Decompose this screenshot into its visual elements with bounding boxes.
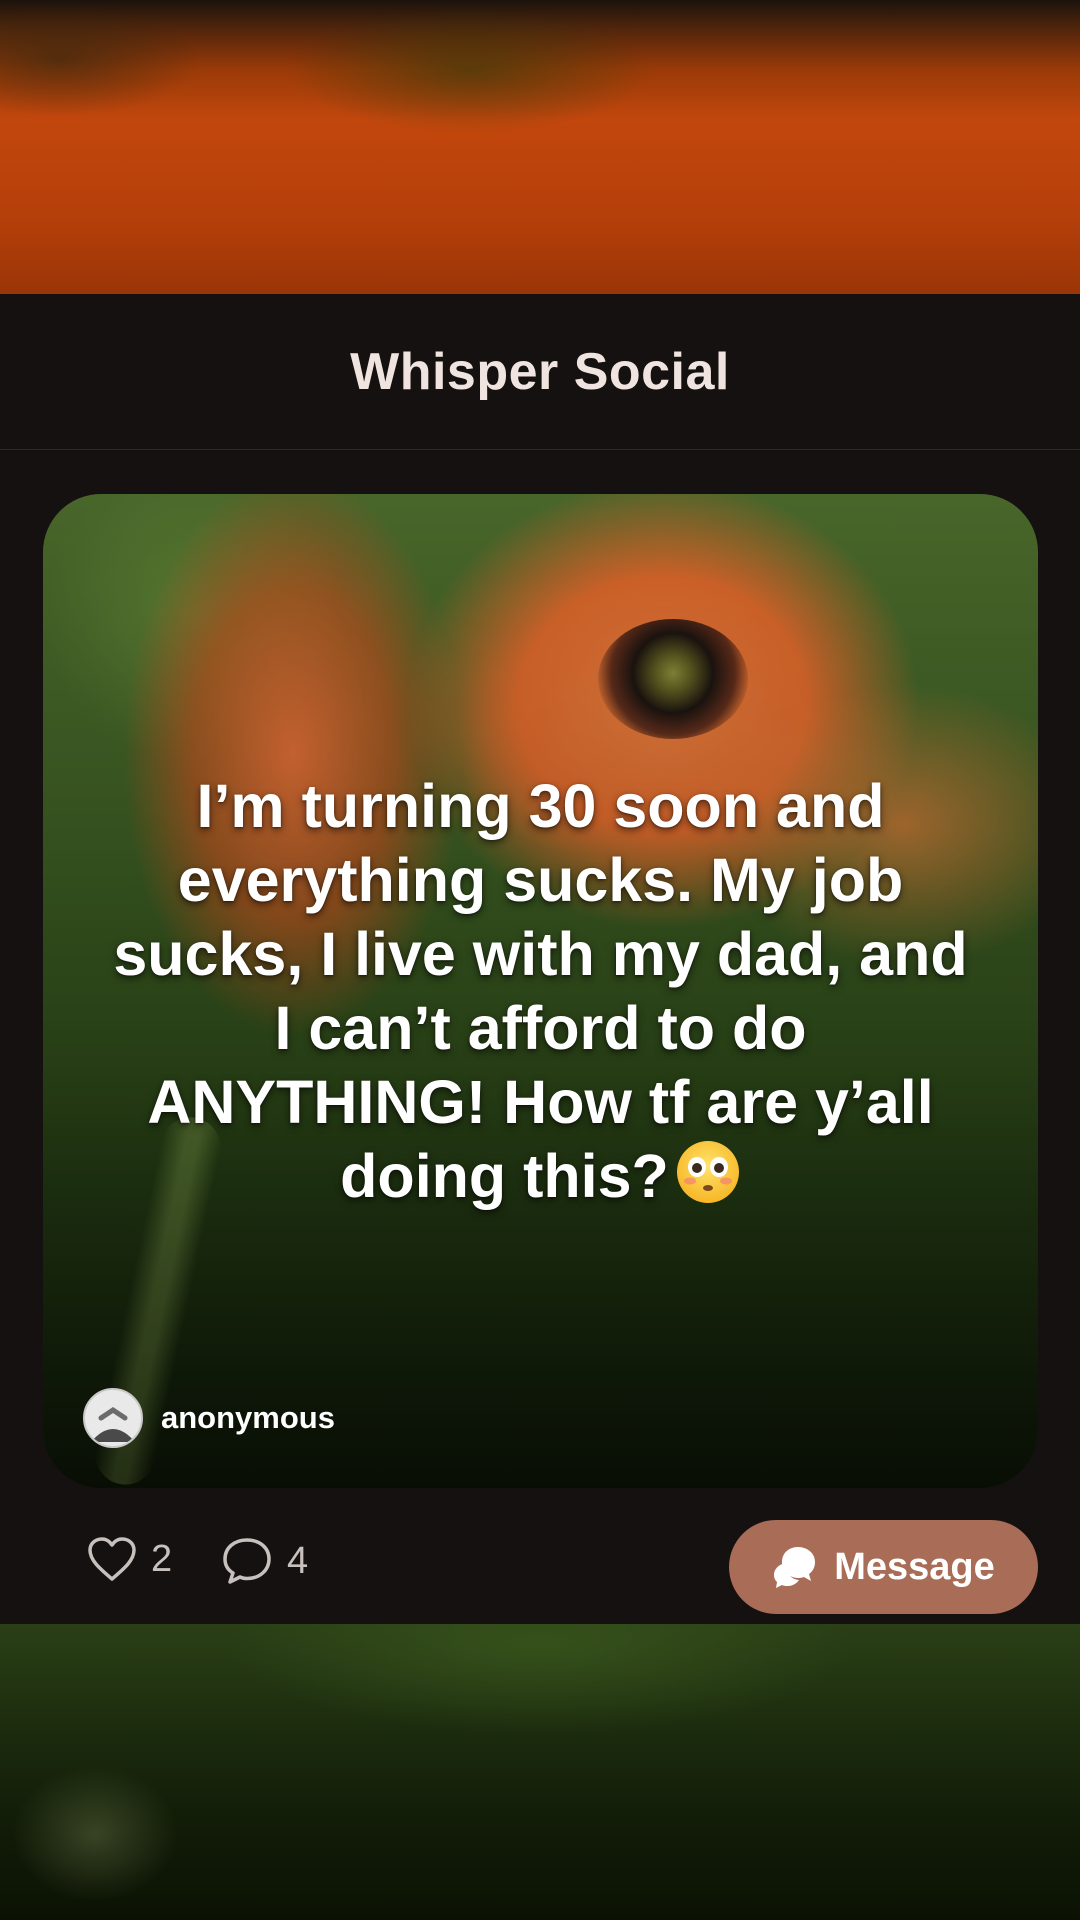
message-button-label: Message [834, 1545, 995, 1588]
message-button[interactable]: Message [729, 1520, 1038, 1614]
like-button[interactable]: 2 [87, 1536, 172, 1582]
comment-count: 4 [287, 1539, 309, 1582]
post-actions-bar: 2 4 Message [0, 1488, 1080, 1624]
background-image-top [0, 0, 1080, 294]
post-author[interactable]: anonymous [83, 1388, 335, 1448]
comment-button[interactable]: 4 [221, 1536, 308, 1586]
post-body: I’m turning 30 soon and everything sucks… [113, 772, 968, 1210]
post-card[interactable]: I’m turning 30 soon and everything sucks… [43, 494, 1038, 1488]
app-header: Whisper Social [0, 294, 1080, 450]
like-count: 2 [151, 1537, 173, 1580]
app-title: Whisper Social [350, 342, 730, 401]
heart-icon [88, 1537, 136, 1581]
author-name: anonymous [161, 1400, 335, 1435]
chat-bubbles-icon [774, 1547, 816, 1588]
anonymous-avatar-icon [83, 1388, 143, 1448]
comment-icon [223, 1538, 271, 1584]
post-text: I’m turning 30 soon and everything sucks… [113, 769, 968, 1213]
background-image-bottom [0, 1624, 1080, 1920]
flushed-face-emoji [676, 1141, 739, 1203]
